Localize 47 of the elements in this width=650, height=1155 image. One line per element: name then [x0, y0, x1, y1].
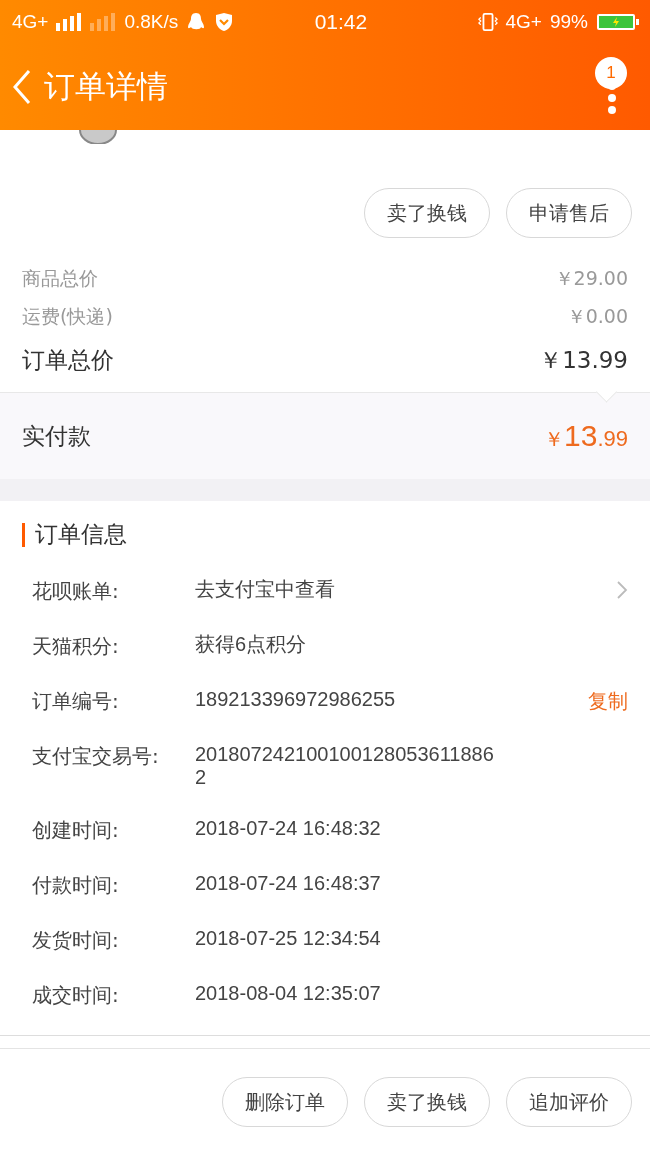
- network-label: 4G+: [505, 11, 542, 33]
- info-value: 2018-07-24 16:48:37: [195, 872, 382, 895]
- network-speed: 0.8K/s: [124, 11, 179, 33]
- signal-icon: [56, 13, 83, 31]
- accent-bar: [22, 522, 25, 547]
- price-value: ￥29.00: [554, 266, 628, 291]
- info-value: 2018-07-24 16:48:32: [195, 817, 382, 840]
- action-button[interactable]: 删除订单: [222, 1077, 348, 1127]
- notification-badge: 1: [595, 57, 627, 89]
- price-label: 运费(快递): [22, 304, 113, 329]
- product-icon: [78, 130, 118, 144]
- action-button[interactable]: 卖了换钱: [364, 1077, 490, 1127]
- action-button[interactable]: 申请售后: [506, 188, 632, 238]
- info-value: 2018072421001001280536118862: [195, 743, 495, 789]
- paid-label: 实付款: [22, 421, 91, 451]
- info-label: 成交时间:: [32, 982, 120, 1009]
- info-label: 天猫积分:: [32, 633, 120, 660]
- info-value: 189213396972986255: [195, 688, 397, 711]
- chevron-icon[interactable]: [616, 580, 628, 600]
- back-icon[interactable]: [12, 69, 32, 105]
- price-value: ￥13.99: [539, 345, 628, 375]
- vibrate-icon: [477, 12, 498, 32]
- signal-icon: [90, 13, 117, 31]
- paid-amount: ￥13.99: [544, 419, 628, 453]
- info-value: 2018-07-25 12:34:54: [195, 927, 382, 950]
- clock: 01:42: [314, 10, 368, 34]
- price-label: 商品总价: [22, 266, 98, 291]
- price-value: ￥0.00: [566, 304, 628, 329]
- info-label: 花呗账单:: [32, 578, 120, 605]
- info-value: 2018-08-04 12:35:07: [195, 982, 382, 1005]
- shield-icon: [214, 12, 235, 32]
- action-button[interactable]: 追加评价: [506, 1077, 632, 1127]
- info-label: 创建时间:: [32, 817, 120, 844]
- section-title: 订单信息: [35, 520, 127, 549]
- battery-percent: 99%: [549, 11, 588, 33]
- price-label: 订单总价: [22, 345, 114, 375]
- penguin-icon: [186, 12, 207, 32]
- info-link[interactable]: 去支付宝中查看: [195, 578, 501, 601]
- info-label: 支付宝交易号:: [32, 743, 160, 770]
- info-label: 付款时间:: [32, 872, 120, 899]
- info-label: 订单编号:: [32, 688, 120, 715]
- info-value: 获得6点积分: [195, 633, 308, 656]
- battery-icon: [596, 12, 640, 32]
- page-title: 订单详情: [44, 67, 168, 106]
- action-button[interactable]: 卖了换钱: [364, 188, 490, 238]
- info-label: 发货时间:: [32, 927, 120, 954]
- network-label: 4G+: [12, 11, 49, 33]
